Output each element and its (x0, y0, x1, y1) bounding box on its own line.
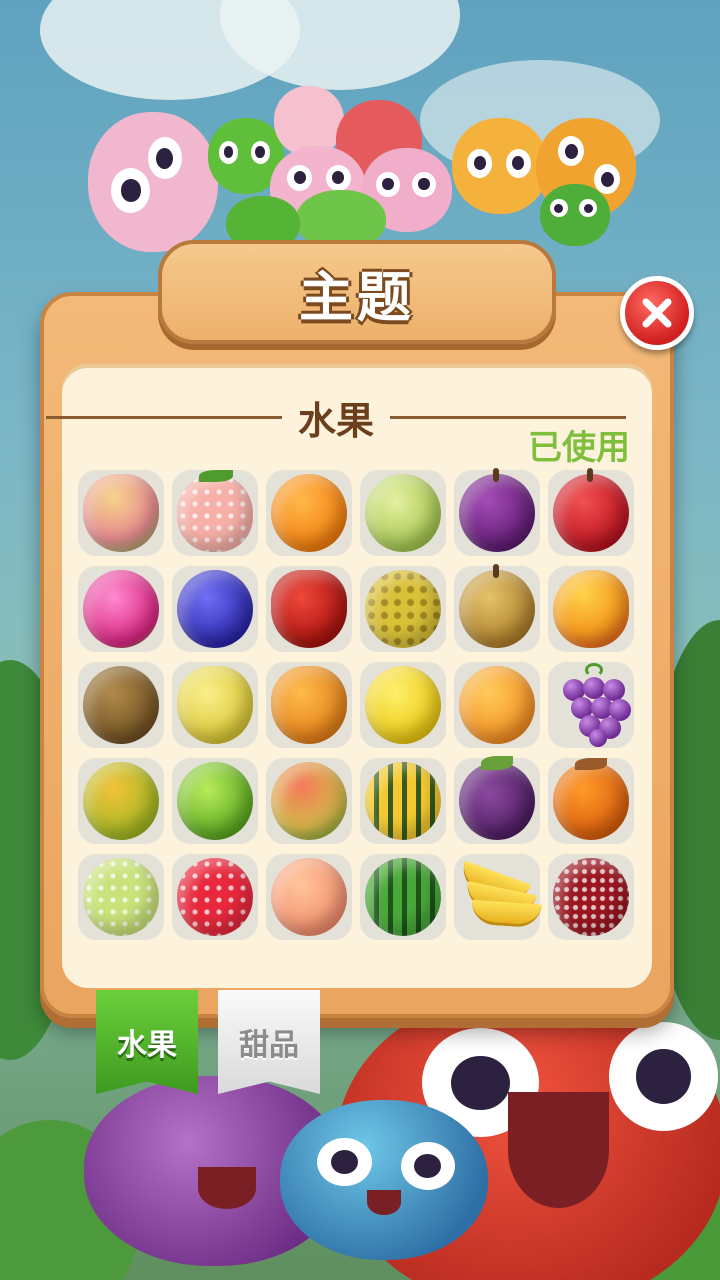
fruit-cell[interactable] (266, 662, 352, 748)
in-use-label: 已使用 (528, 428, 630, 468)
bayberry-icon (553, 858, 629, 936)
fruit-cell[interactable] (360, 662, 446, 748)
lime-icon (177, 762, 253, 840)
apricot-icon (459, 666, 535, 744)
fruit-cell[interactable] (360, 470, 446, 556)
tangerine-icon (83, 762, 159, 840)
fruit-cell[interactable] (266, 566, 352, 652)
nectarine-icon (271, 762, 347, 840)
banana-icon (457, 860, 542, 932)
mango-icon (553, 570, 629, 648)
blueberry-icon (177, 570, 253, 648)
orange-icon (271, 474, 347, 552)
lemon-icon (365, 666, 441, 744)
character-small-green-fruit (540, 184, 610, 246)
fruit-cell[interactable] (454, 564, 540, 652)
papaya-icon (271, 666, 347, 744)
fruit-cell[interactable] (78, 470, 164, 556)
close-icon (642, 298, 672, 328)
tab-fruit-label: 水果 (117, 1028, 177, 1063)
fruit-cell[interactable] (172, 662, 258, 748)
divider-left (46, 415, 282, 419)
strawberry-icon (177, 470, 253, 552)
wax-apple-icon (271, 570, 347, 648)
custard-apple-icon (83, 858, 159, 936)
mangosteen-icon (459, 756, 535, 840)
fruit-cell[interactable] (548, 566, 634, 652)
fruit-cell[interactable] (454, 662, 540, 748)
fruit-cell[interactable] (548, 758, 634, 844)
character-orange-fruit (452, 118, 548, 214)
raspberry-icon (177, 858, 253, 936)
fruit-cell[interactable] (78, 662, 164, 748)
fruit-cell[interactable] (454, 854, 542, 940)
character-blueberry (280, 1100, 488, 1260)
watermelon-icon (365, 858, 441, 936)
fruit-cell[interactable] (172, 470, 258, 556)
apple-icon (553, 468, 629, 552)
modal-title: 主题 (299, 265, 415, 329)
fruit-cell[interactable] (78, 758, 164, 844)
character-pink-fruit (88, 112, 218, 252)
fruit-cell[interactable] (360, 566, 446, 652)
pomelo-icon (177, 666, 253, 744)
durian-icon (365, 570, 441, 648)
close-button[interactable] (620, 276, 694, 350)
grapes-icon (553, 663, 631, 747)
title-plate: 主题 (158, 240, 556, 344)
divider-right (390, 415, 627, 419)
fruit-cell[interactable] (360, 758, 446, 844)
tab-dessert-label: 甜品 (239, 1028, 299, 1063)
fruit-cell[interactable] (78, 566, 164, 652)
fruit-cell[interactable] (172, 758, 258, 844)
fruit-cell[interactable] (548, 854, 634, 940)
fruit-cell[interactable] (548, 468, 634, 556)
peach-icon (271, 858, 347, 936)
persimmon-icon (553, 758, 629, 840)
fruit-cell[interactable] (454, 756, 540, 844)
fruit-cell[interactable] (454, 468, 540, 556)
pepino-melon-icon (365, 762, 441, 840)
fruit-cell[interactable] (266, 758, 352, 844)
fruit-cell[interactable] (266, 854, 352, 940)
plum-icon (459, 468, 535, 552)
melon-icon (365, 474, 441, 552)
tab-dessert[interactable]: 甜品 (218, 990, 320, 1094)
fruit-grid (78, 468, 638, 940)
fruit-cell[interactable] (172, 854, 258, 940)
pear-icon (459, 564, 535, 648)
fruit-cell[interactable] (172, 566, 258, 652)
tab-fruit[interactable]: 水果 (96, 990, 198, 1094)
fruit-cell[interactable] (266, 470, 352, 556)
dragon-fruit-icon (83, 570, 159, 648)
fruit-cell[interactable] (548, 662, 634, 748)
section-title: 水果 (298, 398, 375, 443)
fruit-cell[interactable] (360, 854, 446, 940)
guava-icon (83, 474, 159, 552)
kiwi-icon (83, 666, 159, 744)
fruit-cell[interactable] (78, 854, 164, 940)
